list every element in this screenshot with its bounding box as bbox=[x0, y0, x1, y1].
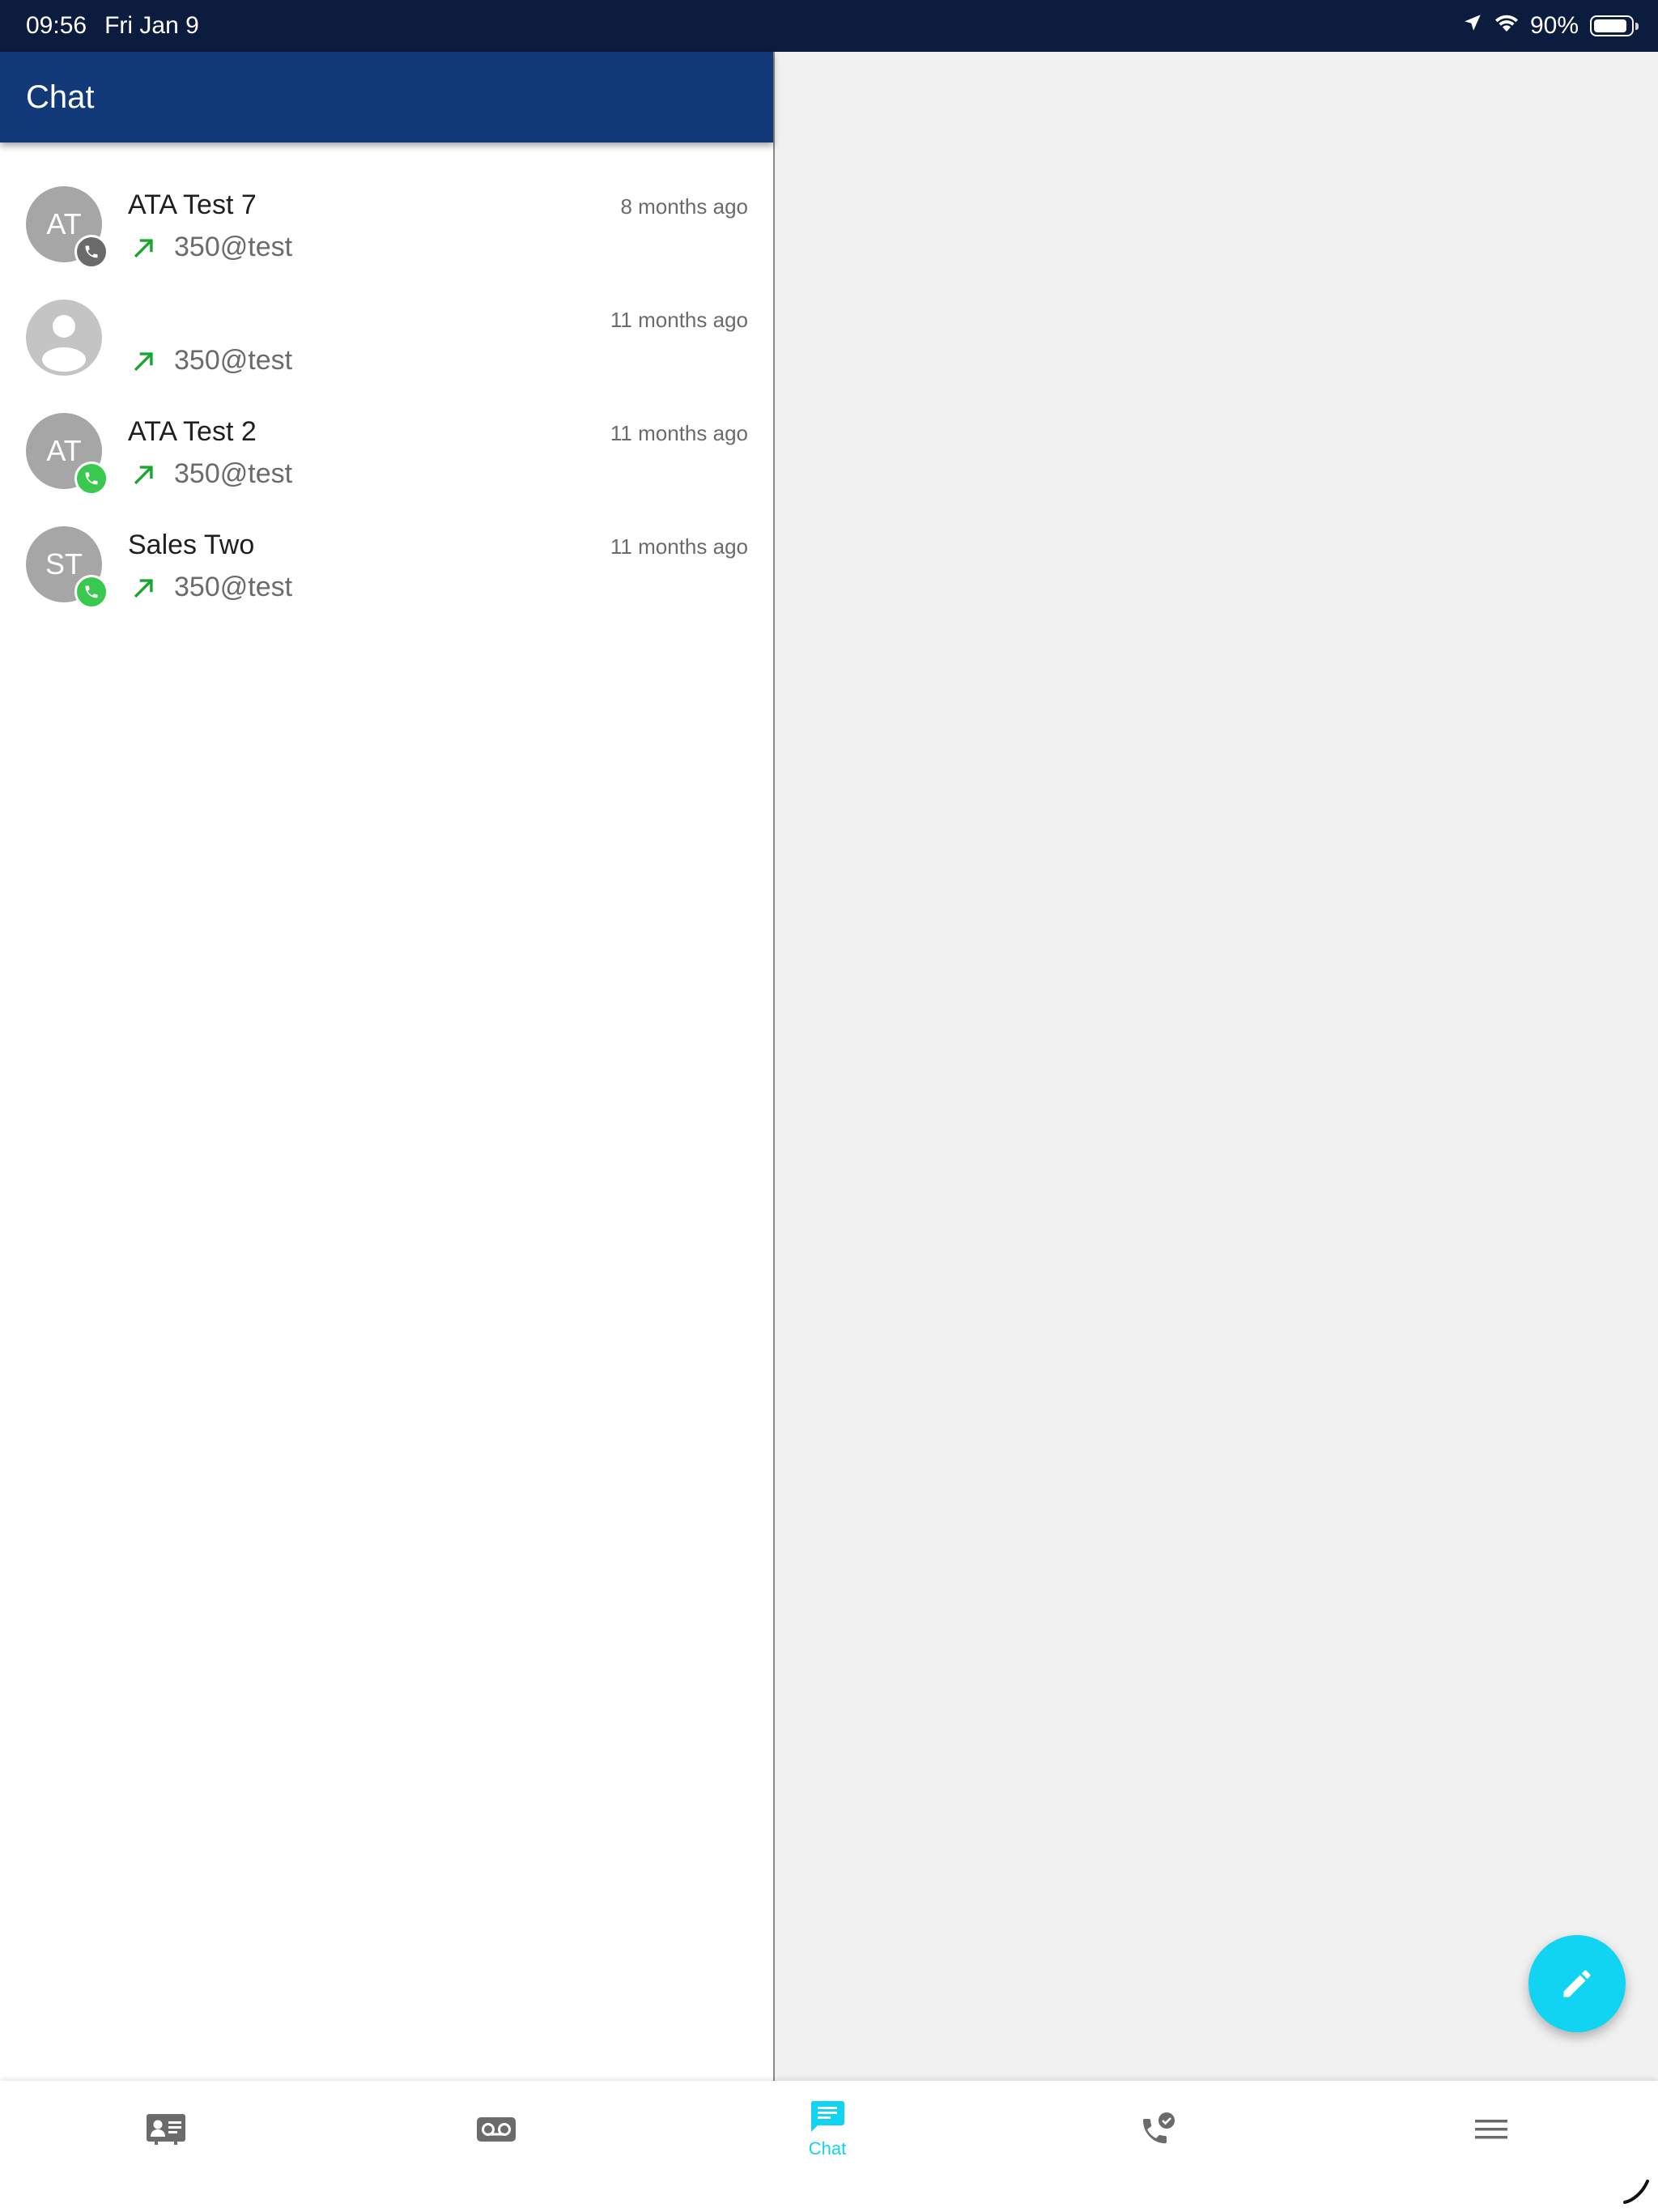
outgoing-arrow-icon bbox=[134, 352, 153, 372]
outgoing-arrow-icon bbox=[134, 466, 153, 485]
nav-voicemail[interactable] bbox=[415, 2081, 577, 2178]
voicemail-icon bbox=[477, 2117, 516, 2142]
app-header: Chat bbox=[0, 52, 773, 143]
contact-name: ATA Test 7 bbox=[128, 189, 257, 220]
home-indicator bbox=[1623, 2180, 1649, 2204]
conversation-preview: 350@test bbox=[174, 232, 293, 262]
conversation-row[interactable]: 11 months ago 350@test bbox=[0, 279, 773, 392]
conversation-time: 11 months ago bbox=[610, 308, 748, 332]
person-icon bbox=[42, 315, 86, 372]
battery-icon bbox=[1590, 15, 1639, 36]
nav-chat[interactable]: Chat bbox=[746, 2081, 908, 2178]
wifi-icon bbox=[1493, 12, 1520, 40]
pencil-icon bbox=[1563, 1970, 1591, 1997]
nav-call-history[interactable] bbox=[1078, 2081, 1239, 2178]
nav-chat-label: Chat bbox=[808, 2138, 847, 2159]
avatar-placeholder bbox=[26, 300, 102, 376]
conversation-time: 11 months ago bbox=[610, 534, 748, 559]
contact-card-icon bbox=[147, 2114, 185, 2145]
chat-list-pane: Chat AT ATA Test 7 8 months ago 350@test… bbox=[0, 52, 773, 2081]
status-date: Fri Jan 9 bbox=[104, 12, 199, 39]
conversation-row[interactable]: AT ATA Test 7 8 months ago 350@test bbox=[0, 165, 773, 279]
nav-contacts[interactable] bbox=[85, 2081, 247, 2178]
presence-badge bbox=[74, 462, 108, 496]
phone-icon bbox=[85, 585, 98, 598]
conversation-preview: 350@test bbox=[174, 458, 293, 489]
conversation-list: AT ATA Test 7 8 months ago 350@test 11 m… bbox=[0, 165, 773, 619]
compose-button[interactable] bbox=[1528, 1935, 1626, 2032]
presence-badge bbox=[74, 235, 108, 269]
conversation-detail-pane bbox=[775, 52, 1658, 2081]
conversation-preview: 350@test bbox=[174, 345, 293, 376]
conversation-preview: 350@test bbox=[174, 572, 293, 602]
contact-name: ATA Test 2 bbox=[128, 416, 257, 447]
call-history-icon bbox=[1143, 2112, 1175, 2144]
battery-level bbox=[1594, 19, 1626, 32]
phone-icon bbox=[85, 245, 98, 258]
bottom-nav: Chat bbox=[0, 2081, 1658, 2212]
conversation-time: 8 months ago bbox=[620, 194, 748, 219]
status-bar: 09:56 Fri Jan 9 90% bbox=[0, 0, 1658, 52]
nav-menu[interactable] bbox=[1410, 2081, 1572, 2178]
page-title: Chat bbox=[26, 79, 95, 115]
battery-percent: 90% bbox=[1529, 12, 1579, 39]
menu-icon bbox=[1475, 2120, 1507, 2139]
phone-icon bbox=[85, 472, 98, 485]
chat-bubble-icon bbox=[810, 2101, 844, 2132]
presence-badge bbox=[74, 575, 108, 609]
location-arrow-icon bbox=[1462, 12, 1483, 40]
conversation-time: 11 months ago bbox=[610, 421, 748, 445]
status-time: 09:56 bbox=[26, 12, 87, 39]
contact-name: Sales Two bbox=[128, 530, 255, 560]
outgoing-arrow-icon bbox=[134, 579, 153, 598]
outgoing-arrow-icon bbox=[134, 239, 153, 258]
conversation-row[interactable]: ST Sales Two 11 months ago 350@test bbox=[0, 505, 773, 619]
conversation-row[interactable]: AT ATA Test 2 11 months ago 350@test bbox=[0, 392, 773, 505]
status-left: 09:56 Fri Jan 9 bbox=[26, 0, 199, 52]
status-right: 90% bbox=[1452, 0, 1639, 52]
